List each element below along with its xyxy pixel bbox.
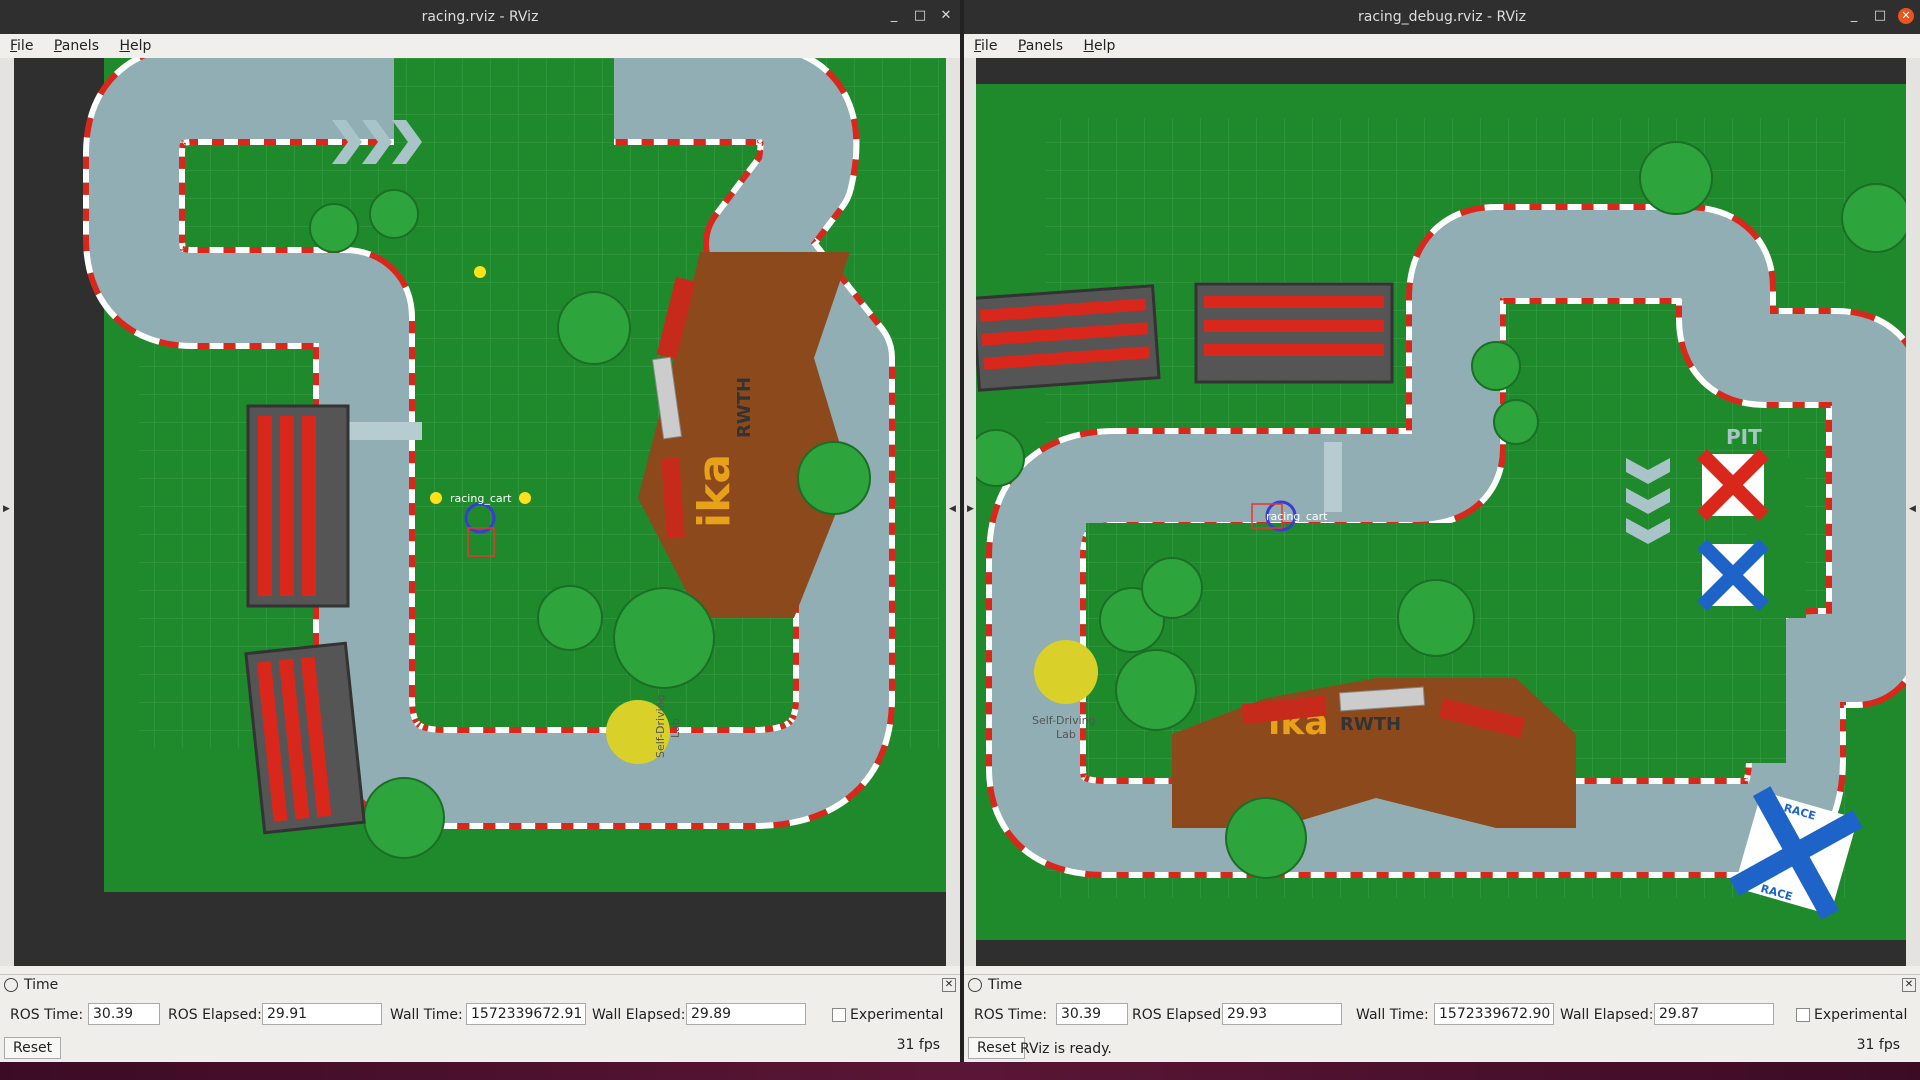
wall-elapsed-label: Wall Elapsed:: [592, 1007, 686, 1023]
race-tent-blue: [1697, 539, 1769, 611]
right-window-title: racing_debug.rviz - RViz: [1358, 9, 1526, 25]
race-tent-red: [1697, 449, 1769, 521]
experimental-checkbox[interactable]: [832, 1008, 846, 1022]
grandstand-bottom-left: [244, 641, 366, 835]
wall-time-field[interactable]: 1572339672.90: [1434, 1003, 1554, 1025]
menu-panels[interactable]: Panels: [54, 34, 99, 58]
menu-file[interactable]: File: [10, 34, 33, 58]
reset-button[interactable]: Reset: [968, 1037, 1026, 1059]
experimental-label: Experimental: [850, 1007, 944, 1023]
ros-elapsed-field[interactable]: 29.93: [1222, 1003, 1342, 1025]
status-text: RViz is ready.: [1020, 1041, 1112, 1057]
self-driving-lab-logo: [1034, 640, 1098, 704]
time-panel-title: Time: [24, 977, 59, 993]
experimental-checkbox[interactable]: [1796, 1008, 1810, 1022]
ros-elapsed-label: ROS Elapsed:: [1132, 1007, 1226, 1023]
maximize-icon[interactable]: □: [912, 8, 928, 24]
svg-text:Lab: Lab: [669, 718, 682, 738]
right-menubar: File Panels Help: [964, 34, 1920, 58]
clock-icon: [4, 978, 18, 992]
wall-time-label: Wall Time:: [390, 1007, 463, 1023]
ros-time-label: ROS Time:: [974, 1007, 1048, 1023]
ros-elapsed-field[interactable]: 29.91: [262, 1003, 382, 1025]
left-menubar: File Panels Help: [0, 34, 960, 58]
right-map-render[interactable]: PIT ika RWTH Self-Driving Lab RACE RACE …: [976, 58, 1906, 966]
menu-panels[interactable]: Panels: [1018, 34, 1063, 58]
wall-time-label: Wall Time:: [1356, 1007, 1429, 1023]
grandstand-top-left: [246, 404, 350, 608]
svg-text:Self-Driving: Self-Driving: [1032, 714, 1096, 727]
arrow-left-icon: ◀: [949, 504, 956, 514]
arrow-right-icon: ▶: [967, 504, 974, 514]
left-dock-toggle-left[interactable]: ▶: [0, 58, 14, 966]
close-panel-icon[interactable]: ✕: [1902, 978, 1916, 992]
svg-text:Self-Driving: Self-Driving: [654, 694, 667, 758]
grandstand-top: [1194, 282, 1394, 384]
wall-time-field[interactable]: 1572339672.91: [466, 1003, 586, 1025]
wall-elapsed-field[interactable]: 29.89: [686, 1003, 806, 1025]
right-rviz-window: racing_debug.rviz - RViz _ □ ✕ File Pane…: [964, 0, 1920, 1062]
ros-time-field[interactable]: 30.39: [1056, 1003, 1128, 1025]
desktop-background: [0, 1062, 1920, 1080]
svg-text:Lab: Lab: [1056, 728, 1076, 741]
right-titlebar[interactable]: racing_debug.rviz - RViz _ □ ✕: [964, 0, 1920, 34]
clock-icon: [968, 978, 982, 992]
fps-counter: 31 fps: [1856, 1037, 1900, 1053]
pit-label: PIT: [1726, 425, 1762, 449]
menu-help[interactable]: Help: [119, 34, 151, 58]
left-map-render[interactable]: ika RWTH Self-Driving Lab racing_cart: [14, 58, 946, 966]
close-panel-icon[interactable]: ✕: [942, 978, 956, 992]
minimize-icon[interactable]: _: [886, 8, 902, 24]
ros-elapsed-label: ROS Elapsed:: [168, 1007, 262, 1023]
right-time-panel: Time ✕ ROS Time: 30.39 ROS Elapsed: 29.9…: [964, 974, 1920, 1062]
left-window-title: racing.rviz - RViz: [421, 9, 539, 25]
left-rviz-window: racing.rviz - RViz _ □ ✕ File Panels Hel…: [0, 0, 960, 1062]
right-dock-toggle-right[interactable]: ◀: [1906, 58, 1920, 966]
wall-elapsed-field[interactable]: 29.87: [1654, 1003, 1774, 1025]
wall-elapsed-label: Wall Elapsed:: [1560, 1007, 1654, 1023]
ros-time-field[interactable]: 30.39: [88, 1003, 160, 1025]
menu-file[interactable]: File: [974, 34, 997, 58]
left-dock-toggle-right[interactable]: ◀: [946, 58, 960, 966]
right-3d-viewport[interactable]: PIT ika RWTH Self-Driving Lab RACE RACE …: [976, 58, 1906, 966]
menu-help[interactable]: Help: [1083, 34, 1115, 58]
ros-time-label: ROS Time:: [10, 1007, 84, 1023]
rwth-logo: RWTH: [734, 377, 755, 438]
grandstand-left: [976, 284, 1161, 392]
reset-button[interactable]: Reset: [4, 1037, 62, 1059]
left-titlebar[interactable]: racing.rviz - RViz _ □ ✕: [0, 0, 960, 34]
maximize-icon[interactable]: □: [1872, 8, 1888, 24]
fps-counter: 31 fps: [896, 1037, 940, 1053]
arrow-right-icon: ▶: [3, 504, 10, 514]
ika-logo: ika: [689, 454, 740, 528]
experimental-label: Experimental: [1814, 1007, 1908, 1023]
time-panel-title: Time: [988, 977, 1023, 993]
arrow-left-icon: ◀: [1909, 504, 1916, 514]
close-icon[interactable]: ✕: [938, 8, 954, 24]
racing-cart-label: racing_cart: [450, 492, 512, 505]
minimize-icon[interactable]: _: [1846, 8, 1862, 24]
racing-cart-label: racing_cart: [1266, 510, 1328, 523]
rwth-logo: RWTH: [1340, 714, 1401, 735]
close-icon[interactable]: ✕: [1898, 8, 1914, 24]
left-3d-viewport[interactable]: ika RWTH Self-Driving Lab racing_cart: [14, 58, 946, 966]
left-time-panel: Time ✕ ROS Time: 30.39 ROS Elapsed: 29.9…: [0, 974, 960, 1062]
